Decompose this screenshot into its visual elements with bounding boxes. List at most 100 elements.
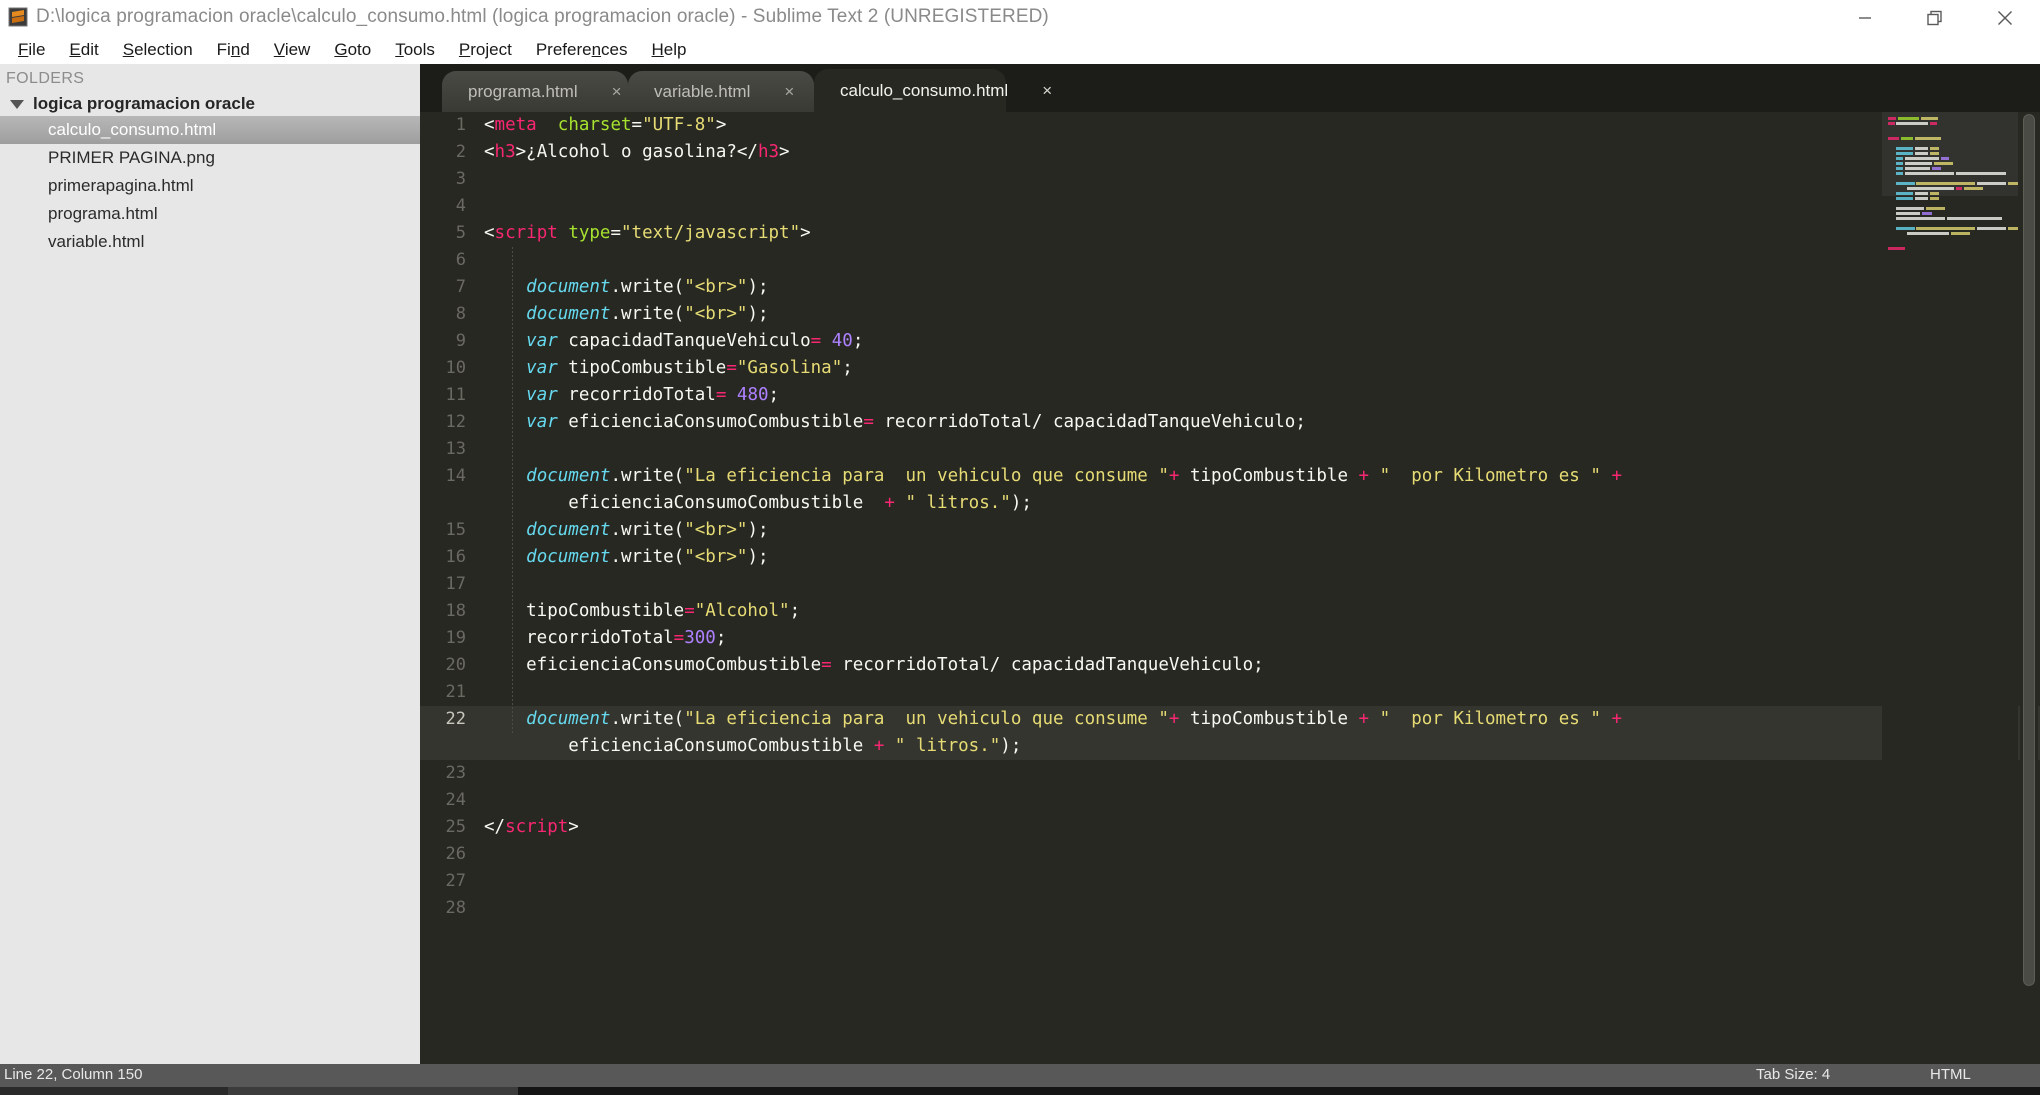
code-line[interactable]: </script> xyxy=(478,814,2040,841)
window-title: D:\logica programacion oracle\calculo_co… xyxy=(36,6,1049,27)
sidebar-file-variable-html[interactable]: variable.html xyxy=(0,228,420,256)
editor-tab-calculo-consumo-html[interactable]: calculo_consumo.html × xyxy=(814,69,1052,112)
restore-button[interactable] xyxy=(1900,0,1970,36)
menu-item-project[interactable]: Project xyxy=(447,38,524,62)
close-icon[interactable]: × xyxy=(784,82,794,102)
minimap-row xyxy=(1886,251,2014,255)
code-line[interactable]: var tipoCombustible="Gasolina"; xyxy=(478,355,2040,382)
code-line[interactable] xyxy=(478,571,2040,598)
line-number-13: 13 xyxy=(445,439,466,459)
minimap-segment xyxy=(1895,152,1913,155)
code-line[interactable]: <meta charset="UTF-8"> xyxy=(478,112,2040,139)
menu-item-selection[interactable]: Selection xyxy=(111,38,205,62)
code-token: .write( xyxy=(610,709,685,729)
vertical-scrollbar-thumb[interactable] xyxy=(2023,114,2035,986)
code-line[interactable]: tipoCombustible="Alcohol"; xyxy=(478,598,2040,625)
horizontal-scroll-strip[interactable] xyxy=(420,1030,2040,1064)
code-line[interactable]: recorridoTotal=300; xyxy=(478,625,2040,652)
code-token: " por Kilometro es " xyxy=(1379,466,1601,486)
code-line[interactable]: eficienciaConsumoCombustible + " litros.… xyxy=(478,733,2040,760)
code-line[interactable]: document.write("La eficiencia para un ve… xyxy=(478,463,2040,490)
minimap-row xyxy=(1886,166,2014,170)
minimap-segment xyxy=(1895,197,1913,200)
code-line[interactable]: document.write("La eficiencia para un ve… xyxy=(478,706,2040,733)
minimap-row xyxy=(1886,161,2014,165)
close-icon[interactable]: × xyxy=(612,82,622,102)
caret-down-icon[interactable] xyxy=(10,99,24,109)
vertical-scrollbar[interactable] xyxy=(2020,112,2038,1030)
minimap-segment xyxy=(1914,137,1942,140)
menu-item-file[interactable]: File xyxy=(6,38,57,62)
code-token: recorridoTotal/ capacidadTanqueVehiculo; xyxy=(831,655,1264,675)
editor-tab-programa-html[interactable]: programa.html × xyxy=(442,71,628,112)
menu-item-view[interactable]: View xyxy=(262,38,323,62)
minimap-segment xyxy=(1895,207,1924,210)
code-line[interactable] xyxy=(478,787,2040,814)
minimap-segment xyxy=(1929,197,1940,200)
menu-item-edit[interactable]: Edit xyxy=(57,38,110,62)
code-line[interactable]: var recorridoTotal= 480; xyxy=(478,382,2040,409)
code-token: type xyxy=(568,223,611,243)
code-token: + xyxy=(1611,466,1622,486)
sidebar-header-folders: FOLDERS xyxy=(6,70,85,87)
minimap-segment xyxy=(1931,167,1942,170)
menu-item-find[interactable]: Find xyxy=(205,38,262,62)
close-icon[interactable]: × xyxy=(1042,81,1052,101)
minimap-segment xyxy=(1914,192,1928,195)
code-minimap[interactable] xyxy=(1882,112,2018,1030)
sidebar-file-primerapagina-html[interactable]: primerapagina.html xyxy=(0,172,420,200)
menu-item-help[interactable]: Help xyxy=(640,38,699,62)
tab-size-status[interactable]: Tab Size: 4 xyxy=(1756,1066,1830,1083)
minimize-button[interactable] xyxy=(1830,0,1900,36)
code-line[interactable]: <h3>¿Alcohol o gasolina?</h3> xyxy=(478,139,2040,166)
code-token: charset xyxy=(557,115,632,135)
minimap-row xyxy=(1886,171,2014,175)
minimap-segment xyxy=(1921,117,1939,120)
code-line[interactable] xyxy=(478,247,2040,274)
menu-item-tools[interactable]: Tools xyxy=(383,38,447,62)
line-number-4: 4 xyxy=(455,196,466,216)
minimap-segment xyxy=(1895,212,1921,215)
code-line[interactable] xyxy=(478,193,2040,220)
code-line[interactable]: eficienciaConsumoCombustible + " litros.… xyxy=(478,490,2040,517)
code-line[interactable]: document.write("<br>"); xyxy=(478,274,2040,301)
code-line[interactable]: document.write("<br>"); xyxy=(478,517,2040,544)
editor-tab-variable-html[interactable]: variable.html × xyxy=(628,71,814,112)
code-token: " litros." xyxy=(894,736,1001,756)
line-number-3: 3 xyxy=(455,169,466,189)
menu-item-goto[interactable]: Goto xyxy=(322,38,383,62)
code-token: var xyxy=(526,358,558,378)
sidebar-file-primer-pagina-png[interactable]: PRIMER PAGINA.png xyxy=(0,144,420,172)
code-line[interactable]: document.write("<br>"); xyxy=(478,301,2040,328)
code-token: document xyxy=(526,709,611,729)
sidebar-file-calculo-consumo-html[interactable]: calculo_consumo.html xyxy=(0,116,420,144)
close-button[interactable] xyxy=(1970,0,2040,36)
menu-item-preferences[interactable]: Preferences xyxy=(524,38,640,62)
code-line[interactable] xyxy=(478,841,2040,868)
code-token: + xyxy=(1168,709,1180,729)
code-line[interactable]: var capacidadTanqueVehiculo= 40; xyxy=(478,328,2040,355)
code-token: < xyxy=(484,142,495,162)
code-line[interactable] xyxy=(478,436,2040,463)
code-line[interactable] xyxy=(478,895,2040,922)
syntax-status[interactable]: HTML xyxy=(1930,1066,1971,1083)
code-line[interactable] xyxy=(478,868,2040,895)
code-content[interactable]: <meta charset="UTF-8"> <h3>¿Alcohol o gas… xyxy=(478,112,2040,1030)
code-area[interactable]: 1 2 3 4 5 6 7 8 9 10 11 12 13 14 15 16 17 18 19 20 21 22 23 24 2… xyxy=(420,112,2040,1030)
code-line[interactable] xyxy=(478,166,2040,193)
sidebar-file-programa-html[interactable]: programa.html xyxy=(0,200,420,228)
code-line[interactable]: var eficienciaConsumoCombustible= recorr… xyxy=(478,409,2040,436)
code-token: ¿Alcohol o gasolina? xyxy=(526,142,737,162)
code-line[interactable]: <script type="text/javascript"> xyxy=(478,220,2040,247)
code-line[interactable] xyxy=(478,760,2040,787)
editor-pane: programa.html × variable.html × calculo_cons… xyxy=(420,64,2040,1064)
code-line[interactable]: eficienciaConsumoCombustible= recorridoT… xyxy=(478,652,2040,679)
minimap-row xyxy=(1886,181,2018,185)
sidebar-folder-root[interactable]: logica programacion oracle xyxy=(0,92,420,116)
code-line[interactable]: document.write("<br>"); xyxy=(478,544,2040,571)
code-line[interactable] xyxy=(478,679,2040,706)
